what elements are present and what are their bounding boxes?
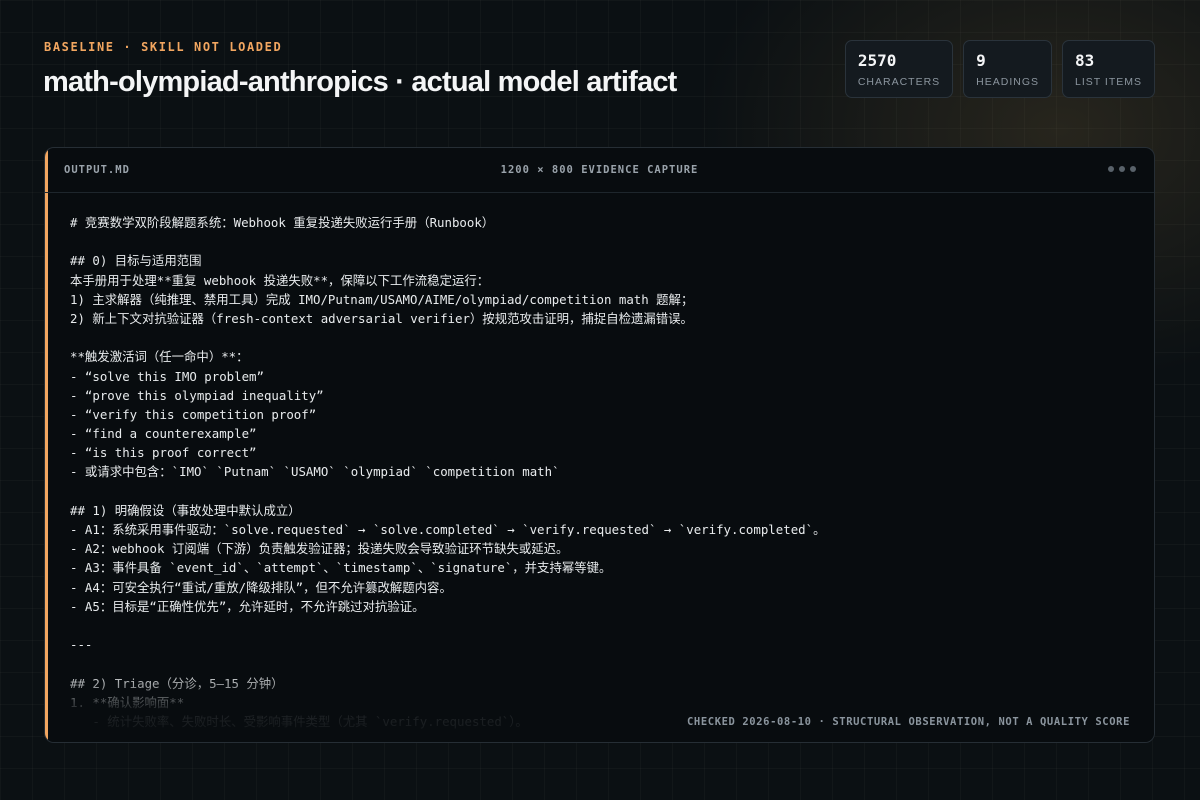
stat-characters-label: CHARACTERS [857,76,941,88]
dot-icon [1119,166,1125,172]
content-line: - “solve this IMO problem” [70,368,264,384]
dot-icon [1108,166,1114,172]
content-line: - A5：目标是“正确性优先”，允许延时，不允许跳过对抗验证。 [70,598,425,614]
footer-note: CHECKED 2026-08-10 · STRUCTURAL OBSERVAT… [687,716,1130,728]
content-line: --- [70,637,93,653]
content-line: - A3：事件具备 `event_id`、`attempt`、`timestam… [70,560,612,576]
content-line: - A2：webhook 订阅端（下游）负责触发验证器；投递失败会导致验证环节缺… [70,541,569,557]
content-line: - “find a counterexample” [70,426,257,442]
panel-header: OUTPUT.MD 1200 × 800 EVIDENCE CAPTURE [45,148,1154,193]
stat-headings: 9 HEADINGS [963,40,1052,98]
content-line: # 竞赛数学双阶段解题系统：Webhook 重复投递失败运行手册（Runbook… [70,215,495,230]
page-title: math-olympiad-anthropics · actual model … [43,66,677,98]
stat-list-items-label: LIST ITEMS [1075,76,1142,88]
content-line: **触发激活词（任一命中）**： [70,349,249,365]
content-line: ## 0) 目标与适用范围 [70,253,202,269]
content-line: - 或请求中包含：`IMO` `Putnam` `USAMO` `olympia… [70,464,560,480]
stat-headings-value: 9 [976,51,986,70]
content-line: 1) 主求解器（纯推理、禁用工具）完成 IMO/Putnam/USAMO/AIM… [70,291,694,307]
content-line: 2) 新上下文对抗验证器（fresh-context adversarial v… [70,310,693,326]
markdown-content[interactable]: # 竞赛数学双阶段解题系统：Webhook 重复投递失败运行手册（Runbook… [70,213,1134,731]
output-panel: OUTPUT.MD 1200 × 800 EVIDENCE CAPTURE # … [44,147,1155,743]
stat-characters: 2570 CHARACTERS [844,40,954,98]
capture-label: 1200 × 800 EVIDENCE CAPTURE [500,164,699,176]
content-line [70,328,1134,347]
content-line [70,616,1134,635]
content-line: - A1：系统采用事件驱动：`solve.requested` → `solve… [70,522,826,537]
stat-list-items-value: 83 [1075,51,1095,70]
baseline-eyebrow: BASELINE · SKILL NOT LOADED [44,40,283,54]
content-line: - A4：可安全执行“重试/重放/降级排队”，但不允许篡改解题内容。 [70,579,452,595]
stats-group: 2570 CHARACTERS 9 HEADINGS 83 LIST ITEMS [844,40,1155,98]
content-line [70,232,1134,251]
panel-accent-bar [45,148,48,742]
content-line: - “is this proof correct” [70,445,257,461]
content-line: 本手册用于处理**重复 webhook 投递失败**，保障以下工作流稳定运行： [70,272,490,288]
stat-characters-value: 2570 [857,51,897,70]
content-line: ## 1) 明确假设（事故处理中默认成立） [70,502,301,518]
stat-list-items: 83 LIST ITEMS [1062,40,1155,98]
content-fade [48,670,1154,742]
content-line [70,482,1134,501]
content-line: - “prove this olympiad inequality” [70,387,324,403]
window-dots-icon [1108,166,1136,172]
stat-headings-label: HEADINGS [976,76,1039,88]
dot-icon [1130,166,1136,172]
content-line: - “verify this competition proof” [70,406,317,422]
